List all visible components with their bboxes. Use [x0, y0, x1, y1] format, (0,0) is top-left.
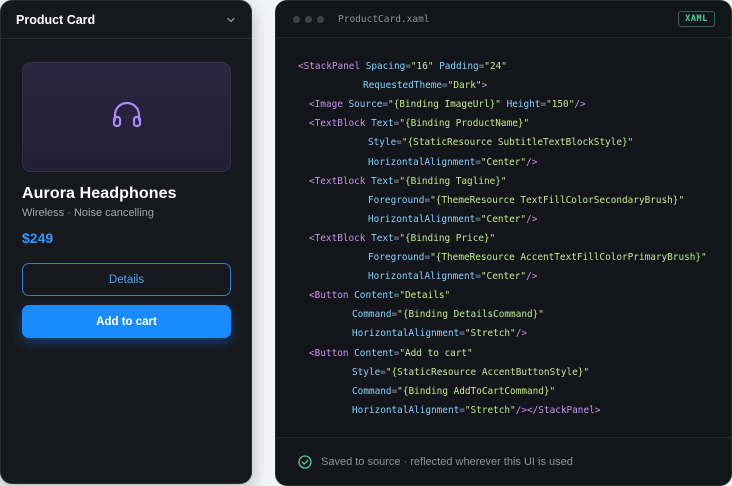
code-token: "Center" [480, 213, 527, 225]
save-status-text: Saved to source · reflected wherever thi… [321, 455, 573, 468]
code-line: <Button Content="Details" [309, 286, 450, 305]
code-token: "24" [484, 61, 507, 72]
headphones-icon [110, 98, 144, 137]
card-body: Aurora Headphones Wireless · Noise cance… [1, 39, 251, 338]
code-line: HorizontalAlignment="Center"/> [368, 153, 537, 172]
code-token: Command [352, 309, 392, 321]
code-line: Command="{Binding AddToCartCommand}" [352, 382, 555, 401]
code-line: <TextBlock Text="{Binding ProductName}" [309, 114, 529, 133]
code-token: "Stretch" [464, 404, 516, 416]
code-token: <TextBlock [309, 118, 372, 130]
code-token: Content [354, 347, 394, 359]
code-token: "Center" [480, 156, 527, 168]
code-token: /> [526, 156, 538, 168]
product-card-panel: Product Card Aurora Headphones Wireless … [0, 0, 252, 484]
code-line: <Button Content="Add to cart" [309, 344, 473, 363]
code-token: "{Binding ImageUrl}" [388, 99, 501, 111]
code-token: Foreground [368, 194, 425, 206]
panel-title: Product Card [16, 12, 96, 27]
product-price: $249 [22, 230, 54, 246]
code-line: HorizontalAlignment="Center"/> [368, 210, 537, 229]
code-token: Text [371, 175, 394, 187]
window-dot [317, 15, 324, 23]
code-token: <Image [309, 99, 349, 111]
code-token: "Center" [480, 271, 527, 283]
code-line: <TextBlock Text="{Binding Tagline}" [309, 172, 507, 191]
window-dots [293, 15, 324, 23]
code-line: RequestedTheme="Dark"> [363, 76, 487, 95]
code-token: /> [526, 213, 538, 225]
code-line: <Image Source="{Binding ImageUrl}" Heigh… [309, 95, 586, 114]
code-token: HorizontalAlignment [368, 213, 476, 225]
code-token: "{Binding DetailsCommand}" [397, 309, 544, 321]
code-token: /> [515, 328, 528, 340]
code-token: "{StaticResource AccentButtonStyle}" [385, 366, 590, 378]
code-line: Style="{StaticResource SubtitleTextBlock… [368, 133, 633, 152]
code-line: Command="{Binding DetailsCommand}" [352, 305, 544, 324]
code-token: <TextBlock [309, 175, 372, 187]
code-line: Style="{StaticResource AccentButtonStyle… [352, 363, 589, 382]
window-dot [293, 15, 300, 23]
code-line: Foreground="{ThemeResource TextFillColor… [368, 191, 684, 210]
code-token: HorizontalAlignment [352, 328, 460, 340]
code-line: <TextBlock Text="{Binding Price}" [309, 229, 495, 248]
code-line: HorizontalAlignment="Stretch"/></StackPa… [352, 401, 600, 420]
code-token: "{ThemeResource TextFillColorSecondaryBr… [430, 194, 685, 206]
code-token: Spacing [365, 61, 406, 72]
code-token: Text [371, 232, 394, 244]
details-button[interactable]: Details [22, 263, 231, 296]
code-line: <StackPanel Spacing="16" Padding="24" [298, 57, 507, 76]
code-token: /> [526, 271, 538, 283]
code-token: "150" [546, 99, 575, 111]
code-token: Padding [433, 61, 479, 72]
editor-header: ProductCard.xaml XAML [276, 1, 731, 38]
chevron-down-icon[interactable] [225, 14, 237, 26]
code-token: "Details" [399, 290, 451, 302]
code-token: "16" [410, 61, 434, 72]
code-token: "Stretch" [464, 328, 516, 340]
code-token: /></StackPanel> [515, 404, 601, 416]
code-token: > [481, 80, 488, 92]
window-dot [305, 15, 312, 23]
code-token: <Button [309, 347, 355, 359]
code-token: "{ThemeResource AccentTextFillColorPrima… [430, 252, 707, 263]
code-token: /> [574, 99, 586, 111]
code-token: Style [368, 137, 397, 149]
code-token: <Button [309, 290, 355, 302]
code-token: Command [352, 385, 392, 397]
check-circle-icon [298, 454, 312, 469]
code-token: "{Binding AddToCartCommand}" [397, 385, 556, 397]
code-token: <StackPanel [298, 61, 366, 72]
code-editor-panel: ProductCard.xaml XAML <StackPanel Spacin… [275, 0, 732, 486]
code-token: Height [500, 99, 541, 111]
product-name: Aurora Headphones [22, 185, 177, 202]
code-token: "Add to cart" [399, 347, 473, 359]
code-token: Foreground [368, 252, 425, 263]
code-token: Text [371, 118, 394, 130]
code-token: <TextBlock [309, 232, 372, 244]
code-token: HorizontalAlignment [368, 156, 476, 168]
editor-filename: ProductCard.xaml [338, 13, 430, 25]
editor-footer: Saved to source · reflected wherever thi… [276, 437, 731, 485]
code-token: HorizontalAlignment [352, 404, 460, 416]
code-line: HorizontalAlignment="Stretch"/> [352, 324, 527, 343]
add-to-cart-button[interactable]: Add to cart [22, 305, 231, 338]
product-tagline: Wireless · Noise cancelling [22, 207, 155, 219]
code-token: "Dark" [447, 80, 482, 92]
code-token: HorizontalAlignment [368, 271, 476, 283]
code-token: Content [354, 290, 394, 302]
language-badge: XAML [678, 11, 715, 27]
code-token: "{Binding Tagline}" [399, 175, 507, 187]
code-token: "{StaticResource SubtitleTextBlockStyle}… [401, 137, 634, 149]
code-token: "{Binding Price}" [399, 232, 496, 244]
code-token: "{Binding ProductName}" [399, 118, 530, 130]
product-image [22, 62, 231, 172]
code-token: Source [348, 99, 383, 111]
panel-header[interactable]: Product Card [1, 1, 251, 39]
code-token: RequestedTheme [363, 80, 443, 92]
code-line: Foreground="{ThemeResource AccentTextFil… [368, 248, 707, 267]
code-line: HorizontalAlignment="Center"/> [368, 267, 537, 286]
code-token: Style [352, 366, 381, 378]
